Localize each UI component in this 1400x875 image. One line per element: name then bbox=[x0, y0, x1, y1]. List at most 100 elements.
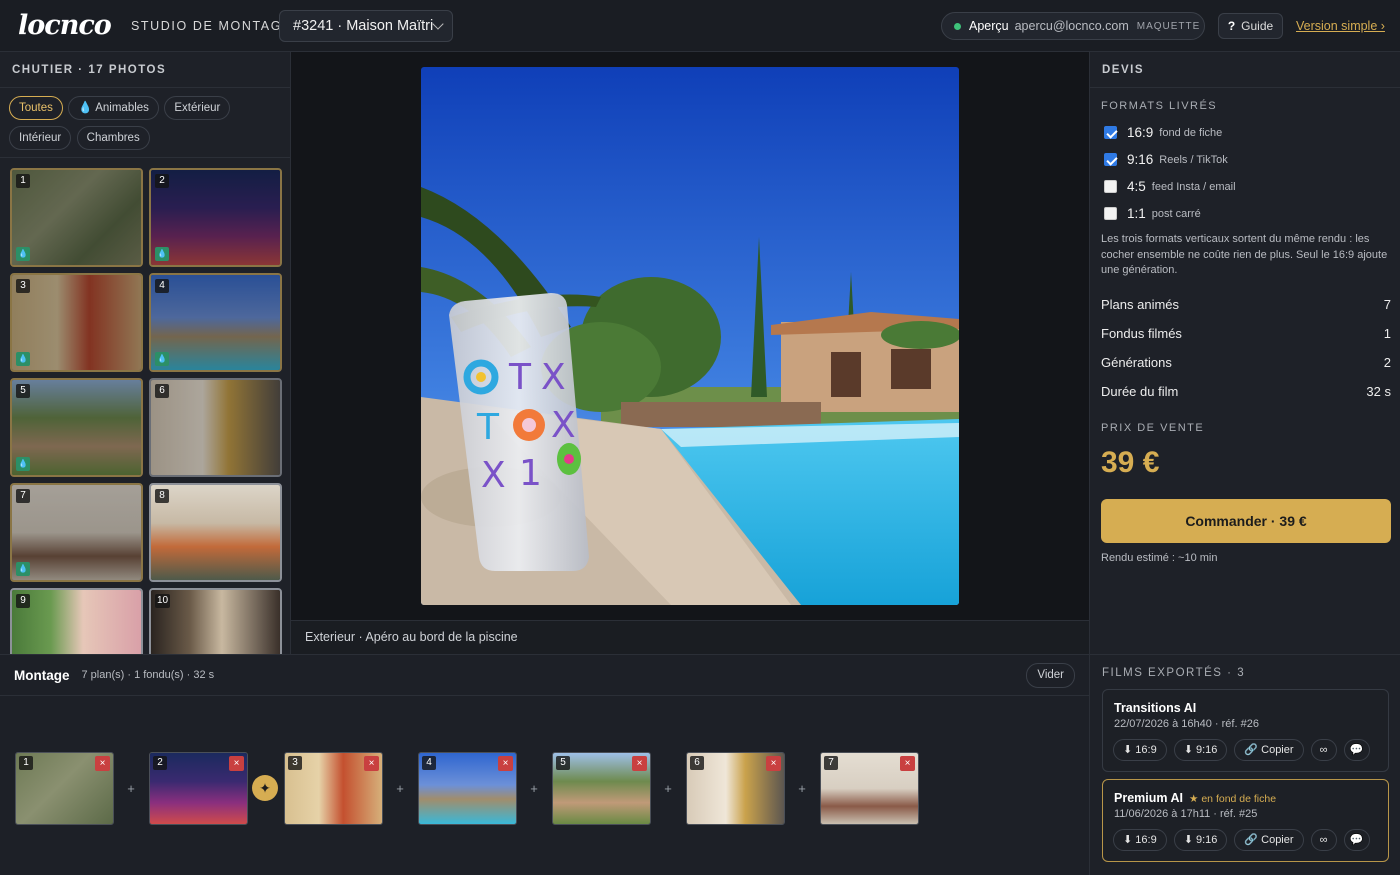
timeline-shot[interactable]: 4 × bbox=[418, 752, 517, 825]
photo-number: 8 bbox=[155, 489, 169, 503]
photo-number: 10 bbox=[155, 594, 171, 608]
remove-shot-icon[interactable]: × bbox=[766, 756, 781, 771]
main-photo: T X T X X 1 bbox=[421, 67, 959, 605]
remove-shot-icon[interactable]: × bbox=[498, 756, 513, 771]
film-card: Transitions AI 22/07/2026 à 16h40 · réf.… bbox=[1102, 689, 1389, 772]
photo-thumb[interactable]: 4 💧 bbox=[149, 273, 282, 372]
svg-text:1: 1 bbox=[519, 453, 542, 494]
photo-thumb[interactable]: 9 bbox=[10, 588, 143, 654]
format-option-9-16[interactable]: 9:16 Reels / TikTok bbox=[1104, 152, 1228, 167]
remove-shot-icon[interactable]: × bbox=[364, 756, 379, 771]
photo-thumb[interactable]: 3 💧 bbox=[10, 273, 143, 372]
photo-thumb[interactable]: 6 bbox=[149, 378, 282, 477]
chutier-title: CHUTIER · 17 PHOTOS bbox=[0, 52, 290, 88]
preview-label: Aperçu bbox=[969, 19, 1009, 33]
photo-thumb[interactable]: 1 💧 bbox=[10, 168, 143, 267]
format-option-1-1[interactable]: 1:1 post carré bbox=[1104, 206, 1201, 221]
add-transition-icon[interactable]: + bbox=[795, 782, 809, 796]
photo-thumb[interactable]: 8 bbox=[149, 483, 282, 582]
copy-link-button[interactable]: 🔗 Copier bbox=[1234, 739, 1304, 761]
project-select-value: #3241 · Maison Maïtri bbox=[293, 18, 434, 34]
photo-number: 5 bbox=[16, 384, 30, 398]
film-actions: ⬇ 16:9 ⬇ 9:16 🔗 Copier ∞ 💬 bbox=[1113, 829, 1377, 851]
add-transition-icon[interactable]: + bbox=[661, 782, 675, 796]
photo-thumb[interactable]: 10 bbox=[149, 588, 282, 654]
download-9-16-button[interactable]: ⬇ 9:16 bbox=[1173, 829, 1228, 851]
format-option-4-5[interactable]: 4:5 feed Insta / email bbox=[1104, 179, 1236, 194]
timeline-shot[interactable]: 7 × bbox=[820, 752, 919, 825]
photo-number: 7 bbox=[16, 489, 30, 503]
stat-row: Générations 2 bbox=[1101, 355, 1391, 370]
timeline-shot[interactable]: 3 × bbox=[284, 752, 383, 825]
stat-label: Fondus filmés bbox=[1101, 326, 1182, 341]
montage-summary: 7 plan(s) · 1 fondu(s) · 32 s bbox=[81, 669, 215, 681]
featured-badge: ★ en fond de fiche bbox=[1189, 793, 1277, 805]
svg-text:X: X bbox=[481, 455, 506, 496]
timeline-shot[interactable]: 6 × bbox=[686, 752, 785, 825]
remove-shot-icon[interactable]: × bbox=[95, 756, 110, 771]
remove-shot-icon[interactable]: × bbox=[229, 756, 244, 771]
add-transition-icon[interactable]: + bbox=[393, 782, 407, 796]
stat-row: Durée du film 32 s bbox=[1101, 384, 1391, 399]
add-transition-icon[interactable]: + bbox=[124, 782, 138, 796]
comment-icon[interactable]: 💬 bbox=[1343, 829, 1370, 851]
droplet-icon: 💧 bbox=[16, 247, 30, 261]
format-ratio: 1:1 bbox=[1127, 206, 1146, 221]
copy-link-button[interactable]: 🔗 Copier bbox=[1234, 829, 1304, 851]
svg-text:X: X bbox=[551, 405, 576, 446]
embed-icon[interactable]: ∞ bbox=[1310, 739, 1337, 761]
film-meta: 11/06/2026 à 17h11 · réf. #25 bbox=[1114, 808, 1258, 820]
price-title: PRIX DE VENTE bbox=[1101, 422, 1205, 434]
stat-label: Plans animés bbox=[1101, 297, 1180, 312]
filter-chip-interieur[interactable]: Intérieur bbox=[9, 126, 72, 150]
filter-chip-chambres[interactable]: Chambres bbox=[76, 126, 150, 150]
shot-number: 6 bbox=[690, 756, 704, 770]
order-button[interactable]: Commander · 39 € bbox=[1101, 499, 1391, 543]
download-16-9-button[interactable]: ⬇ 16:9 bbox=[1113, 739, 1167, 761]
help-icon: ? bbox=[1227, 19, 1236, 33]
droplet-icon: 💧 bbox=[155, 247, 169, 261]
timeline-shot[interactable]: 5 × bbox=[552, 752, 651, 825]
checkbox-unchecked[interactable] bbox=[1104, 207, 1117, 220]
stat-value: 7 bbox=[1383, 297, 1391, 312]
format-desc: fond de fiche bbox=[1159, 126, 1223, 139]
photo-thumb[interactable]: 5 💧 bbox=[10, 378, 143, 477]
photo-thumb[interactable]: 7 💧 bbox=[10, 483, 143, 582]
photo-thumb[interactable]: 2 💧 bbox=[149, 168, 282, 267]
sale-price: 39 € bbox=[1101, 446, 1160, 479]
fade-transition-icon[interactable]: ✦ bbox=[252, 775, 278, 801]
droplet-icon: 💧 bbox=[16, 352, 30, 366]
clear-montage-button[interactable]: Vider bbox=[1026, 663, 1075, 688]
remove-shot-icon[interactable]: × bbox=[900, 756, 915, 771]
project-select[interactable]: #3241 · Maison Maïtri bbox=[279, 10, 453, 42]
filter-chip-all[interactable]: Toutes bbox=[9, 96, 63, 120]
download-9-16-button[interactable]: ⬇ 9:16 bbox=[1173, 739, 1228, 761]
photo-number: 3 bbox=[16, 279, 30, 293]
add-transition-icon[interactable]: + bbox=[527, 782, 541, 796]
shot-number: 3 bbox=[288, 756, 302, 770]
pool-photo-illustration: T X T X X 1 bbox=[421, 67, 959, 605]
filter-chip-exterieur[interactable]: Extérieur bbox=[164, 96, 231, 120]
simple-version-link[interactable]: Version simple › bbox=[1296, 19, 1385, 33]
preview-badge: MAQUETTE bbox=[1136, 20, 1201, 32]
comment-icon[interactable]: 💬 bbox=[1343, 739, 1370, 761]
preview-account-pill[interactable]: Aperçu apercu@locnco.com MAQUETTE bbox=[941, 12, 1205, 40]
shot-number: 7 bbox=[824, 756, 838, 770]
guide-button[interactable]: ? Guide bbox=[1218, 13, 1283, 39]
shot-number: 1 bbox=[19, 756, 33, 770]
timeline-shot[interactable]: 2 × bbox=[149, 752, 248, 825]
filter-chips: Toutes 💧 Animables Extérieur Intérieur C… bbox=[0, 88, 290, 158]
photo-viewer: T X T X X 1 Exterieur · Apéro au bord de… bbox=[291, 52, 1089, 654]
download-16-9-button[interactable]: ⬇ 16:9 bbox=[1113, 829, 1167, 851]
guide-label: Guide bbox=[1241, 19, 1274, 33]
timeline-shot[interactable]: 1 × bbox=[15, 752, 114, 825]
filter-chip-animables[interactable]: 💧 Animables bbox=[68, 96, 159, 120]
shot-number: 4 bbox=[422, 756, 436, 770]
checkbox-checked[interactable] bbox=[1104, 126, 1117, 139]
embed-icon[interactable]: ∞ bbox=[1310, 829, 1337, 851]
film-meta: 22/07/2026 à 16h40 · réf. #26 bbox=[1114, 718, 1259, 730]
format-option-16-9[interactable]: 16:9 fond de fiche bbox=[1104, 125, 1222, 140]
checkbox-checked[interactable] bbox=[1104, 153, 1117, 166]
checkbox-unchecked[interactable] bbox=[1104, 180, 1117, 193]
remove-shot-icon[interactable]: × bbox=[632, 756, 647, 771]
